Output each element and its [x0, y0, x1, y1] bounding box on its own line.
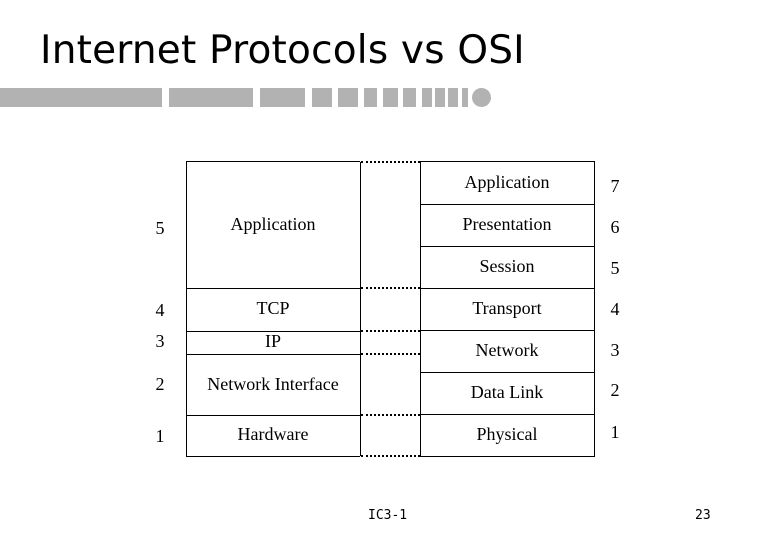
osi-stack-divider: [420, 330, 595, 331]
internet-stack-right-border: [360, 162, 361, 456]
internet-stack-top-border: [186, 161, 360, 162]
osi-stack-divider: [420, 246, 595, 247]
bar-segment: [338, 88, 358, 107]
bar-segment: [0, 88, 162, 107]
internet-layer-number: 4: [155, 300, 165, 320]
internet-layer-number: 1: [155, 426, 165, 446]
bar-segment: [364, 88, 377, 107]
bar-segment: [312, 88, 332, 107]
bar-segment: [462, 88, 468, 107]
bar-end-dot: [472, 88, 491, 107]
internet-layer-application: Application: [230, 214, 316, 234]
internet-layer-number: 5: [155, 218, 165, 238]
osi-layer-number: 3: [610, 340, 620, 360]
bar-segment: [383, 88, 398, 107]
osi-layer-data-link: Data Link: [470, 382, 544, 402]
osi-layer-number: 1: [610, 422, 620, 442]
bar-segment: [435, 88, 445, 107]
internet-layer-hardware: Hardware: [237, 424, 309, 444]
internet-stack-bottom-border: [186, 456, 360, 457]
internet-stack-divider: [186, 288, 360, 289]
bar-segment: [448, 88, 458, 107]
mapping-connector: [361, 414, 420, 416]
osi-layer-number: 5: [610, 258, 620, 278]
bar-segment: [403, 88, 416, 107]
osi-layer-number: 7: [610, 176, 620, 196]
internet-layer-network-interface: Network Interface: [207, 374, 339, 394]
slide-title: Internet Protocols vs OSI: [40, 28, 525, 73]
osi-layer-application: Application: [464, 172, 550, 192]
osi-layer-transport: Transport: [472, 298, 542, 318]
osi-stack-divider: [420, 414, 595, 415]
bar-segment: [422, 88, 432, 107]
osi-stack-top-border: [420, 161, 595, 162]
internet-stack-divider: [186, 354, 360, 355]
osi-stack-divider: [420, 204, 595, 205]
bar-segment: [260, 88, 305, 107]
mapping-connector: [361, 353, 420, 355]
osi-layer-presentation: Presentation: [462, 214, 552, 234]
internet-layer-number: 2: [155, 374, 165, 394]
osi-layer-number: 2: [610, 380, 620, 400]
osi-stack-divider: [420, 372, 595, 373]
osi-stack-bottom-border: [420, 456, 595, 457]
internet-layer-tcp: TCP: [256, 298, 290, 318]
mapping-connector: [361, 455, 420, 457]
osi-stack-right-border: [594, 162, 595, 456]
page-number: 23: [695, 508, 711, 523]
osi-layer-network: Network: [475, 340, 539, 360]
osi-layer-physical: Physical: [476, 424, 538, 444]
mapping-connector: [361, 330, 420, 332]
osi-layer-session: Session: [479, 256, 535, 276]
osi-stack-divider: [420, 288, 595, 289]
internet-layer-ip: IP: [264, 331, 281, 351]
bar-segment: [169, 88, 253, 107]
osi-layer-number: 6: [610, 217, 620, 237]
mapping-connector: [361, 287, 420, 289]
footer-course-code: IC3-1: [368, 508, 408, 523]
internet-layer-number: 3: [155, 331, 165, 351]
internet-stack-divider: [186, 415, 360, 416]
mapping-connector: [361, 161, 420, 163]
osi-layer-number: 4: [610, 299, 620, 319]
